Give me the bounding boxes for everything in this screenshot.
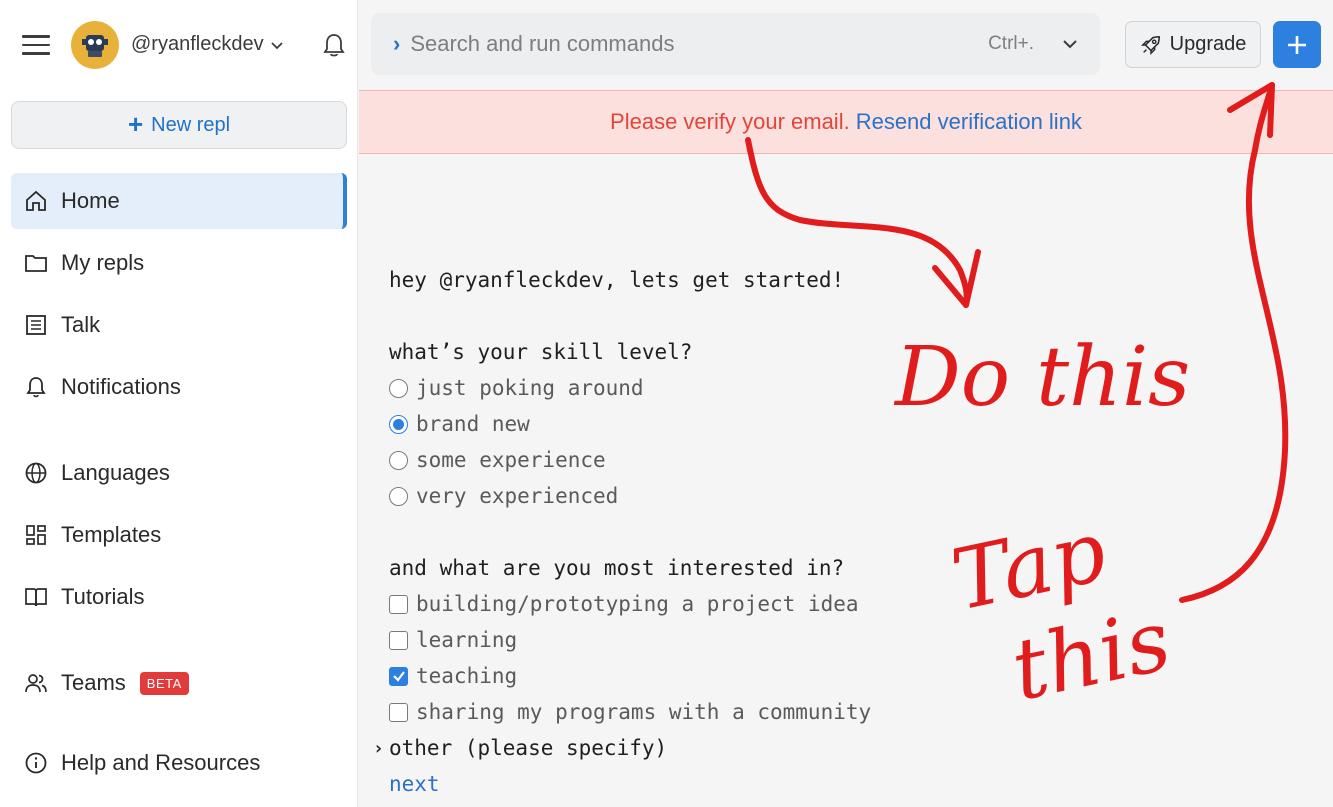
sidebar-item-label: Teams (61, 670, 126, 695)
checkbox[interactable] (389, 702, 408, 722)
sidebar-item-teams[interactable]: Teams BETA (11, 655, 347, 711)
menu-icon[interactable] (22, 35, 50, 55)
plus-icon: + (127, 108, 144, 139)
sidebar-item-talk[interactable]: Talk (11, 297, 347, 353)
sidebar-item-my-repls[interactable]: My repls (11, 235, 347, 291)
home-icon (23, 188, 49, 214)
chevron-right-icon: › (393, 31, 401, 56)
chevron-down-icon[interactable] (1060, 34, 1080, 54)
resend-verification-link[interactable]: Resend verification link (856, 109, 1082, 135)
bell-icon (23, 374, 49, 400)
sidebar: @ryanfleckdev + New repl Home My repls T… (0, 0, 358, 807)
search-placeholder: Search and run commands (410, 31, 675, 56)
shortcut-hint: Ctrl+. (988, 33, 1034, 54)
radio-button[interactable] (389, 450, 408, 470)
interest-question: and what are you most interested in? (389, 556, 845, 580)
option-label: just poking around (416, 376, 644, 400)
other-option[interactable]: › other (please specify) (373, 730, 668, 766)
rocket-icon (1140, 35, 1160, 55)
radio-button[interactable] (389, 378, 408, 398)
verify-warning-text: Please verify your email. (610, 109, 850, 134)
option-label: some experience (416, 448, 606, 472)
folder-icon (23, 250, 49, 276)
users-icon (23, 670, 49, 696)
sidebar-item-label: Templates (61, 522, 162, 547)
sidebar-item-label: My repls (61, 250, 145, 275)
interest-option[interactable]: teaching (389, 658, 517, 694)
list-icon (23, 312, 49, 338)
radio-button[interactable] (389, 486, 408, 506)
interest-option[interactable]: sharing my programs with a community (389, 694, 871, 730)
beta-badge: BETA (139, 671, 189, 695)
sidebar-item-templates[interactable]: Templates (11, 507, 347, 563)
interest-option[interactable]: building/prototyping a project idea (389, 586, 859, 622)
book-icon (23, 584, 49, 610)
option-label: teaching (416, 664, 518, 688)
checkbox[interactable] (389, 630, 408, 650)
sidebar-item-label: Home (61, 188, 120, 213)
interest-option[interactable]: learning (389, 622, 517, 658)
skill-question: what’s your skill level? (389, 340, 693, 364)
greeting-text: hey @ryanfleckdev, lets get started! (389, 268, 845, 292)
next-link[interactable]: next (389, 766, 440, 802)
arrow-to-plus-button (1179, 82, 1289, 603)
sidebar-item-tutorials[interactable]: Tutorials (11, 569, 347, 625)
plus-icon (1288, 35, 1306, 54)
this-annotation: this (1004, 591, 1179, 720)
new-repl-label: New repl (151, 113, 231, 136)
create-button[interactable] (1273, 21, 1321, 68)
skill-option[interactable]: very experienced (389, 478, 618, 514)
sidebar-item-label: Talk (61, 312, 101, 337)
info-icon (23, 750, 49, 776)
account-bar: @ryanfleckdev (0, 0, 358, 90)
upgrade-button[interactable]: Upgrade (1125, 21, 1261, 68)
username: @ryanfleckdev (131, 33, 264, 55)
checkbox-checked[interactable] (389, 666, 408, 686)
chevron-down-icon (270, 41, 283, 49)
checkmark-icon (392, 671, 405, 682)
skill-option[interactable]: some experience (389, 442, 606, 478)
new-repl-button[interactable]: + New repl (11, 101, 347, 149)
caret-icon: › (373, 737, 384, 759)
skill-option[interactable]: just poking around (389, 370, 644, 406)
notifications-bell-icon[interactable] (320, 31, 348, 59)
username-dropdown[interactable]: @ryanfleckdev (131, 33, 284, 56)
skill-option[interactable]: brand new (389, 406, 530, 442)
option-label: brand new (416, 412, 530, 436)
sidebar-item-home[interactable]: Home (11, 173, 347, 229)
do-this-annotation: Do this (893, 330, 1190, 425)
sidebar-item-label: Help and Resources (61, 750, 261, 775)
avatar[interactable] (71, 21, 119, 69)
sidebar-item-notifications[interactable]: Notifications (11, 359, 347, 415)
sidebar-item-languages[interactable]: Languages (11, 445, 347, 501)
globe-icon (23, 460, 49, 486)
sidebar-item-label: Tutorials (61, 584, 145, 609)
grid-icon (23, 522, 49, 548)
verify-email-banner: Please verify your email. Resend verific… (359, 90, 1333, 154)
option-label: learning (416, 628, 518, 652)
option-label: sharing my programs with a community (416, 700, 872, 724)
arrowhead (932, 249, 981, 308)
sidebar-item-label: Languages (61, 460, 170, 485)
command-search-bar[interactable]: › Search and run commands Ctrl+. (371, 13, 1100, 75)
tap-annotation: Tap (944, 502, 1114, 630)
sidebar-item-help[interactable]: Help and Resources (11, 735, 347, 791)
checkbox[interactable] (389, 594, 408, 614)
other-label: other (please specify) (389, 736, 668, 760)
radio-button-selected[interactable] (389, 414, 408, 434)
sidebar-item-label: Notifications (61, 374, 181, 399)
option-label: very experienced (416, 484, 619, 508)
upgrade-label: Upgrade (1169, 33, 1247, 55)
option-label: building/prototyping a project idea (416, 592, 859, 616)
